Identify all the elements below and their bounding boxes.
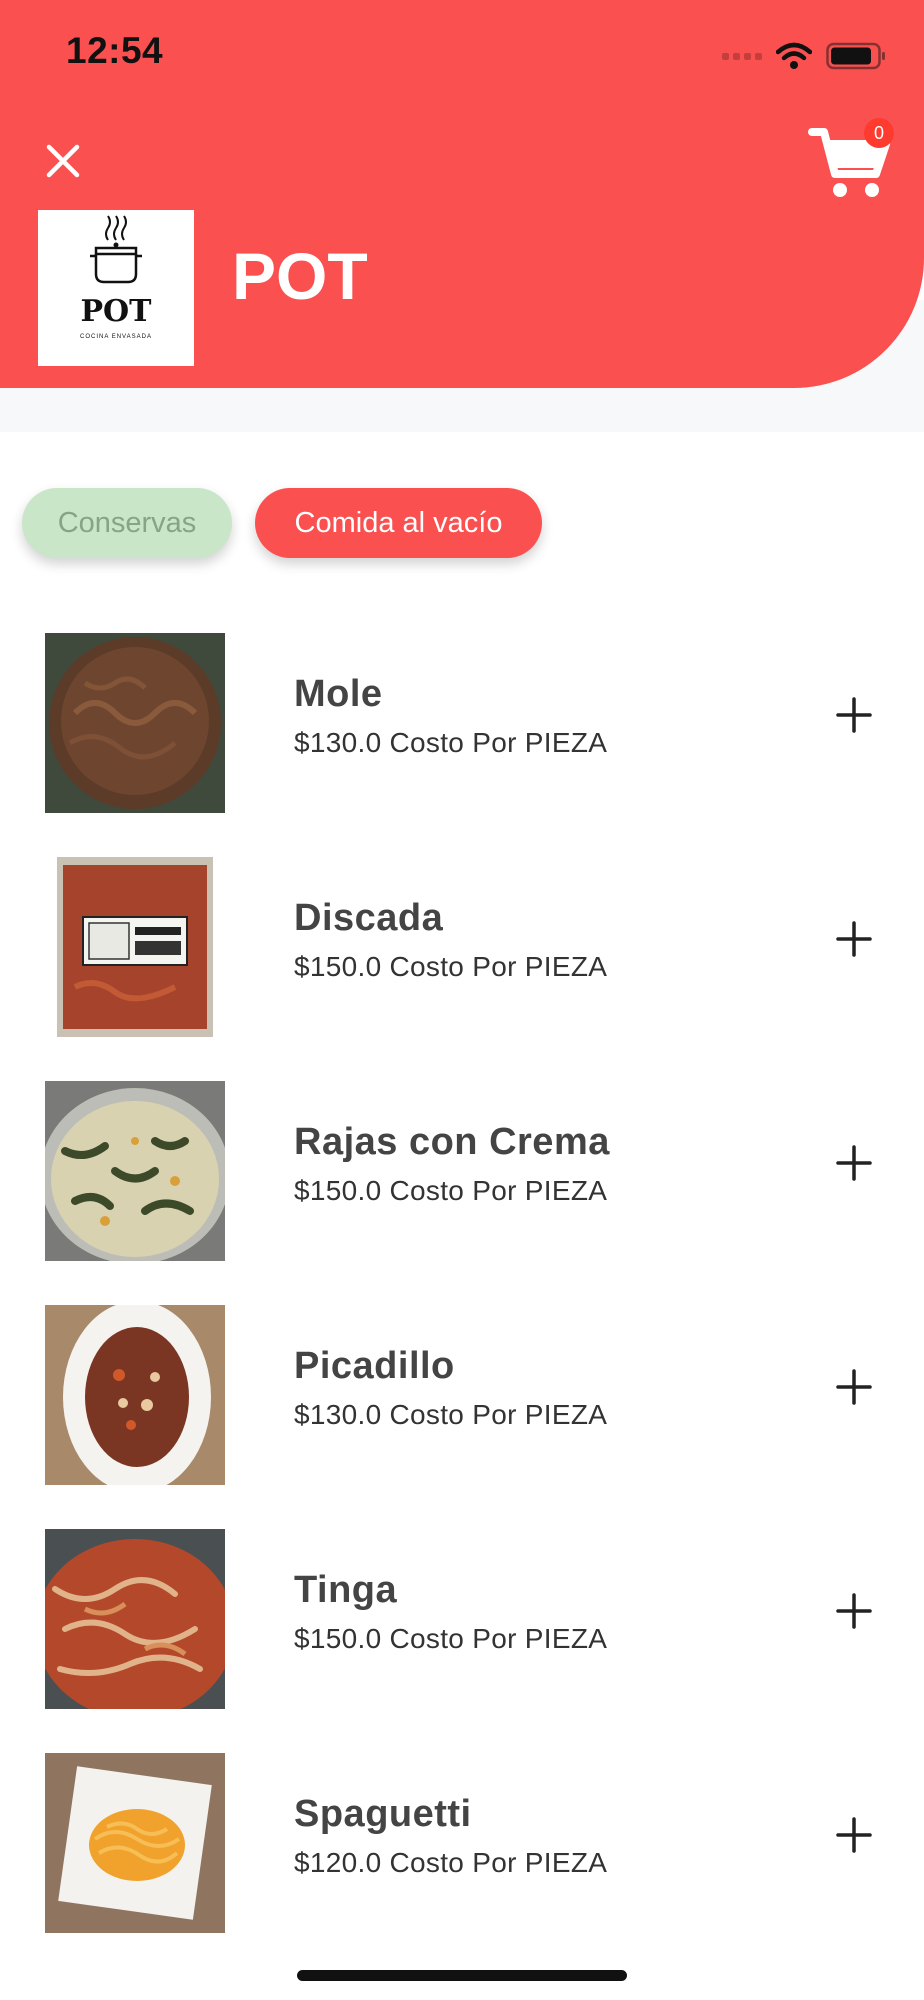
product-price: $120.0 Costo Por PIEZA xyxy=(294,1847,608,1878)
status-icons xyxy=(722,38,886,74)
pot-logo-icon xyxy=(90,215,142,284)
product-price: $130.0 Costo Por PIEZA xyxy=(294,727,608,758)
shop-logo: POT COCINA ENVASADA xyxy=(38,210,194,366)
product-row-tinga[interactable]: Tinga $150.0 Costo Por PIEZA xyxy=(0,1529,924,1709)
plus-icon xyxy=(836,1369,872,1405)
plus-icon xyxy=(836,697,872,733)
product-row-mole[interactable]: Mole $130.0 Costo Por PIEZA xyxy=(0,633,924,813)
add-to-cart-button[interactable] xyxy=(830,1363,878,1411)
product-row-spaguetti[interactable]: Spaguetti $120.0 Costo Por PIEZA xyxy=(0,1753,924,1933)
cart-count-badge: 0 xyxy=(864,118,894,148)
category-chip-comida-al-vacio[interactable]: Comida al vacío xyxy=(255,488,542,558)
product-row-rajas-con-crema[interactable]: Rajas con Crema $150.0 Costo Por PIEZA xyxy=(0,1081,924,1261)
logo-tagline: COCINA ENVASADA xyxy=(80,334,152,340)
product-price: $150.0 Costo Por PIEZA xyxy=(294,951,608,982)
add-to-cart-button[interactable] xyxy=(830,1139,878,1187)
product-name: Discada xyxy=(294,897,444,939)
product-price: $150.0 Costo Por PIEZA xyxy=(294,1175,608,1206)
wifi-icon xyxy=(776,42,812,69)
product-image-picadillo xyxy=(45,1305,225,1485)
close-icon xyxy=(46,144,80,178)
add-to-cart-button[interactable] xyxy=(830,1811,878,1859)
product-price: $150.0 Costo Por PIEZA xyxy=(294,1623,608,1654)
logo-wordmark: POT xyxy=(80,294,152,329)
product-price: $130.0 Costo Por PIEZA xyxy=(294,1399,608,1430)
product-image-discada xyxy=(45,857,225,1037)
shop-title: POT xyxy=(232,239,368,313)
add-to-cart-button[interactable] xyxy=(830,915,878,963)
status-time: 12:54 xyxy=(66,30,164,71)
product-image-spaguetti xyxy=(45,1753,225,1933)
add-to-cart-button[interactable] xyxy=(830,691,878,739)
add-to-cart-button[interactable] xyxy=(830,1587,878,1635)
product-name: Picadillo xyxy=(294,1345,455,1387)
plus-icon xyxy=(836,1817,872,1853)
plus-icon xyxy=(836,1145,872,1181)
product-image-mole xyxy=(45,633,225,813)
plus-icon xyxy=(836,1593,872,1629)
battery-icon xyxy=(826,42,885,70)
product-image-tinga xyxy=(45,1529,225,1709)
cart-button[interactable]: 0 xyxy=(808,118,894,204)
product-name: Mole xyxy=(294,673,383,715)
product-name: Rajas con Crema xyxy=(294,1121,610,1163)
category-chip-conservas[interactable]: Conservas xyxy=(22,488,232,558)
product-row-picadillo[interactable]: Picadillo $130.0 Costo Por PIEZA xyxy=(0,1305,924,1485)
product-image-rajas-con-crema xyxy=(45,1081,225,1261)
product-row-discada[interactable]: Discada $150.0 Costo Por PIEZA xyxy=(0,857,924,1037)
plus-icon xyxy=(836,921,872,957)
home-indicator[interactable] xyxy=(297,1970,627,1981)
product-name: Tinga xyxy=(294,1569,398,1611)
shop-header: 12:54 0 POT COCINA ENVASADA POT xyxy=(0,0,924,388)
product-name: Spaguetti xyxy=(294,1793,472,1835)
cellular-signal-icon xyxy=(722,52,762,60)
close-button[interactable] xyxy=(40,138,86,184)
